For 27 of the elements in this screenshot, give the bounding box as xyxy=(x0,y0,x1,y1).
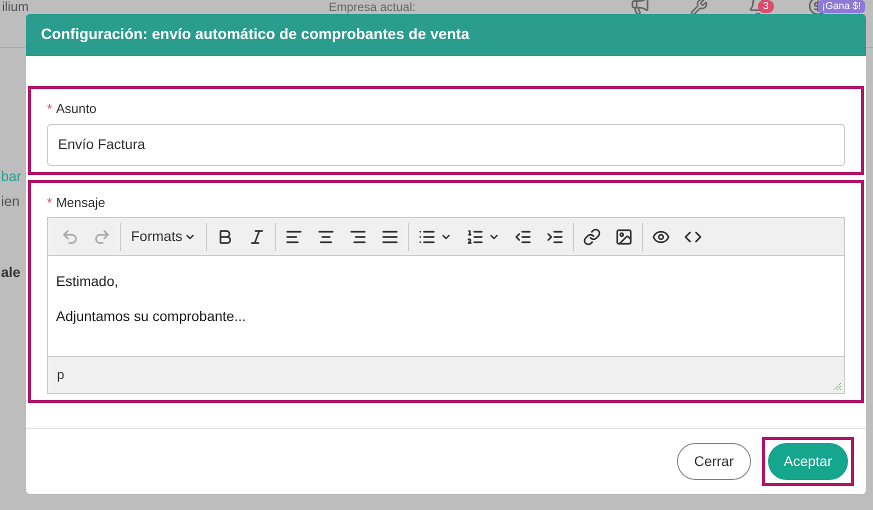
formats-dropdown[interactable]: Formats xyxy=(123,222,204,250)
wrench-icon[interactable] xyxy=(690,0,708,16)
link-icon xyxy=(583,228,602,246)
field-label: Mensaje xyxy=(56,194,106,212)
numbered-list-icon xyxy=(466,228,484,246)
redo-icon xyxy=(93,228,111,246)
element-path: p xyxy=(57,366,64,384)
promo-badge: ¡Gana $! xyxy=(818,0,865,13)
subject-input[interactable]: Envío Factura xyxy=(47,124,845,166)
page-text: bar xyxy=(1,167,22,186)
dialog-title: Configuración: envío automático de comprobantes de venta xyxy=(41,24,470,45)
megaphone-icon[interactable] xyxy=(630,0,650,16)
company-label: Empresa actual: xyxy=(328,0,416,14)
undo-icon xyxy=(61,228,79,246)
resize-handle-icon[interactable] xyxy=(833,382,842,391)
image-icon xyxy=(615,228,634,246)
message-paragraph: Adjuntamos su comprobante... xyxy=(56,307,247,326)
page-text: ien xyxy=(1,192,20,211)
rich-text-editor[interactable]: Formats Estimado, Adjuntamos su comprobante... p xyxy=(47,217,845,394)
required-marker: * xyxy=(47,100,52,118)
required-marker: * xyxy=(47,194,52,212)
field-label: Asunto xyxy=(56,100,97,118)
page-text: ilium xyxy=(2,0,29,14)
message-paragraph: Estimado, xyxy=(56,272,120,291)
close-button[interactable]: Cerrar xyxy=(677,443,751,480)
notification-badge: 3 xyxy=(758,0,774,13)
page-text: ale xyxy=(1,263,20,282)
